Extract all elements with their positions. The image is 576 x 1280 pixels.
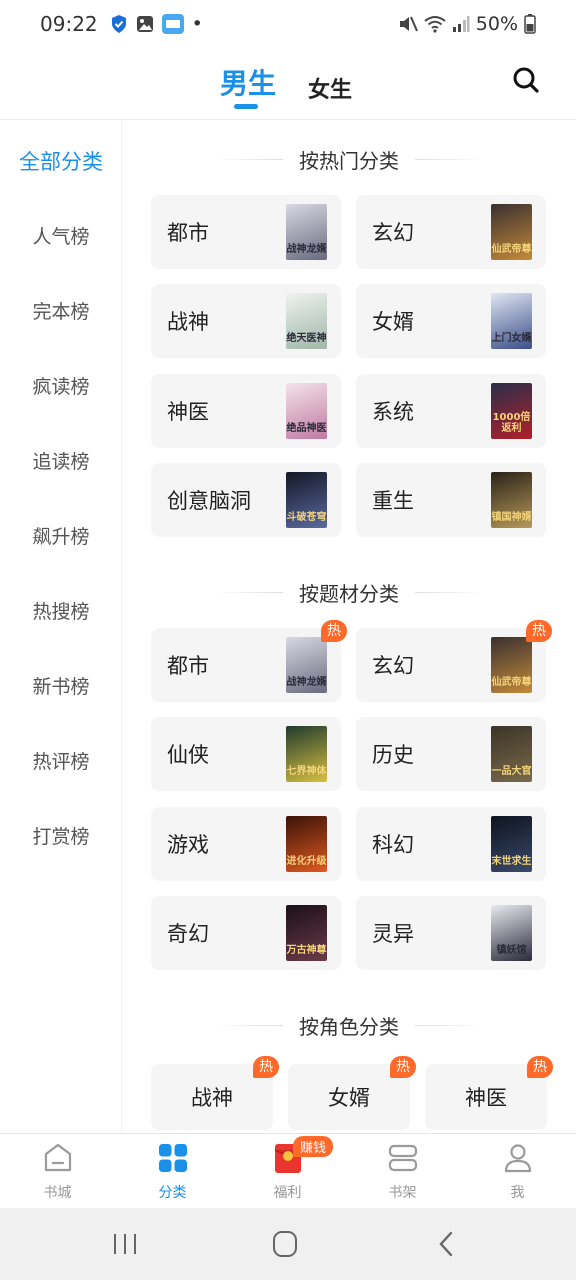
section-title-hot: 按热门分类 (122, 144, 576, 174)
category-card[interactable]: 游戏 进化升级 (151, 807, 341, 881)
wifi-icon (424, 15, 446, 33)
category-card[interactable]: 玄幻 仙武帝尊 热 (356, 620, 552, 702)
grid-icon (158, 1142, 188, 1174)
book-cover: 绝天医神 (286, 293, 327, 349)
category-card[interactable]: 玄幻 仙武帝尊 (356, 195, 546, 269)
sidebar: 全部分类 人气榜 完本榜 疯读榜 追读榜 飙升榜 热搜榜 新书榜 热评榜 打赏榜 (0, 121, 122, 1133)
sidebar-item-hot-review[interactable]: 热评榜 (0, 747, 122, 774)
role-card[interactable]: 女婿 热 (288, 1056, 416, 1130)
category-card[interactable]: 都市 战神龙婿 热 (151, 620, 347, 702)
hot-badge: 热 (527, 1056, 553, 1078)
sidebar-item-completed[interactable]: 完本榜 (0, 297, 122, 324)
hot-badge: 热 (526, 620, 552, 642)
category-card[interactable]: 仙侠 七界神体 (151, 717, 341, 791)
category-card[interactable]: 都市 战神龙婿 (151, 195, 341, 269)
sidebar-item-new-books[interactable]: 新书榜 (0, 672, 122, 699)
header: 男生 女生 (0, 48, 576, 120)
notification-dot: • (191, 13, 203, 35)
hot-badge: 热 (390, 1056, 416, 1078)
status-time: 09:22 (40, 12, 98, 36)
book-cover: 上门女婿 (491, 293, 532, 349)
hot-badge: 热 (321, 620, 347, 642)
mute-icon (398, 15, 418, 33)
bookshelf-icon (388, 1142, 418, 1174)
nav-bookshelf[interactable]: 书架 (345, 1134, 460, 1209)
category-card[interactable]: 战神 绝天医神 (151, 284, 341, 358)
role-card[interactable]: 战神 热 (151, 1056, 279, 1130)
book-cover: 1000倍返利 (491, 383, 532, 439)
sidebar-item-follow-read[interactable]: 追读榜 (0, 447, 122, 474)
book-cover: 镇国神婿 (491, 472, 532, 528)
gallery-icon (136, 15, 154, 33)
book-cover: 镇妖馆 (491, 905, 532, 961)
recent-apps-icon[interactable] (112, 1232, 138, 1260)
shield-check-icon (110, 14, 128, 34)
battery-percent: 50% (475, 13, 518, 35)
book-cover: 战神龙婿 (286, 637, 327, 693)
role-card[interactable]: 神医 热 (425, 1056, 553, 1130)
book-cover: 绝品神医 (286, 383, 327, 439)
tab-male[interactable]: 男生 (220, 62, 276, 102)
book-cover: 万古神尊 (286, 905, 327, 961)
home-icon (43, 1142, 73, 1174)
user-icon (503, 1142, 533, 1174)
sidebar-item-popular[interactable]: 人气榜 (0, 222, 122, 249)
sidebar-item-tipping[interactable]: 打赏榜 (0, 822, 122, 849)
status-bar: 09:22 • 50% (0, 0, 576, 48)
category-card[interactable]: 创意脑洞 斗破苍穹 (151, 463, 341, 537)
book-cover: 仙武帝尊 (491, 204, 532, 260)
book-cover: 进化升级 (286, 816, 327, 872)
search-icon[interactable] (510, 64, 542, 96)
category-card[interactable]: 历史 一品大官 (356, 717, 546, 791)
category-card[interactable]: 重生 镇国神婿 (356, 463, 546, 537)
nav-category[interactable]: 分类 (115, 1134, 230, 1209)
category-content: 按热门分类 都市 战神龙婿 玄幻 仙武帝尊 战神 绝天医神 女婿 上门女婿 神医… (122, 121, 576, 1133)
book-cover: 战神龙婿 (286, 204, 327, 260)
book-cover: 一品大官 (491, 726, 532, 782)
tab-female[interactable]: 女生 (308, 72, 352, 104)
system-nav-bar (0, 1208, 576, 1280)
battery-icon (524, 14, 536, 34)
book-cover: 仙武帝尊 (491, 637, 532, 693)
sidebar-item-rising[interactable]: 飙升榜 (0, 522, 122, 549)
category-card[interactable]: 科幻 末世求生 (356, 807, 546, 881)
nav-bookstore[interactable]: 书城 (0, 1134, 115, 1209)
nav-welfare[interactable]: 赚钱 福利 (230, 1134, 345, 1209)
section-title-theme: 按题材分类 (122, 577, 576, 607)
bottom-nav: 书城 分类 赚钱 福利 书架 我 (0, 1133, 576, 1208)
category-card[interactable]: 奇幻 万古神尊 (151, 896, 341, 970)
nav-profile[interactable]: 我 (460, 1134, 575, 1209)
sidebar-item-hot-search[interactable]: 热搜榜 (0, 597, 122, 624)
home-button-icon[interactable] (272, 1230, 298, 1262)
book-cover: 末世求生 (491, 816, 532, 872)
hot-badge: 热 (253, 1056, 279, 1078)
sidebar-item-all[interactable]: 全部分类 (0, 146, 122, 176)
sidebar-item-crazy-read[interactable]: 疯读榜 (0, 372, 122, 399)
signal-icon (452, 15, 470, 33)
category-card[interactable]: 灵异 镇妖馆 (356, 896, 546, 970)
back-icon[interactable] (436, 1230, 456, 1262)
book-cover: 斗破苍穹 (286, 472, 327, 528)
category-card[interactable]: 系统 1000倍返利 (356, 374, 546, 448)
category-card[interactable]: 神医 绝品神医 (151, 374, 341, 448)
earn-badge: 赚钱 (293, 1136, 334, 1157)
section-title-role: 按角色分类 (122, 1010, 576, 1040)
active-tab-indicator (234, 104, 258, 109)
category-card[interactable]: 女婿 上门女婿 (356, 284, 546, 358)
reader-app-icon (161, 14, 184, 34)
book-cover: 七界神体 (286, 726, 327, 782)
